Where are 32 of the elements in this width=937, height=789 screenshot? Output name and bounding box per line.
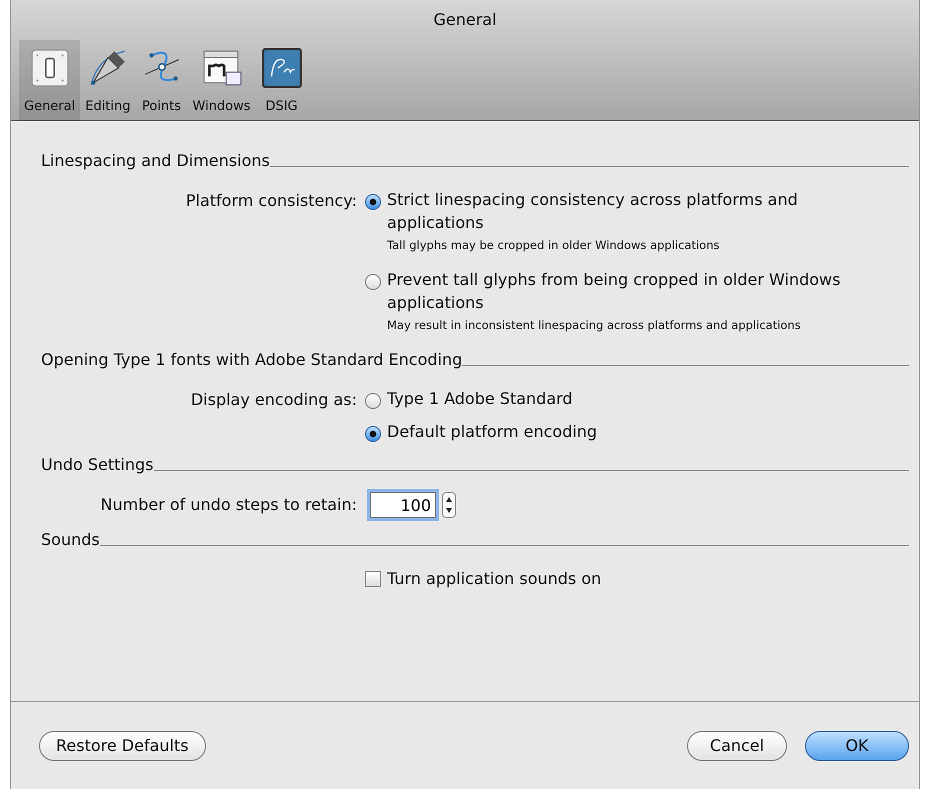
option-label: Strict linespacing consistency across platforms and applications: [387, 189, 799, 234]
dialog-button[interactable]: OK: [805, 730, 909, 760]
dialog-button[interactable]: Cancel: [687, 730, 787, 760]
section-heading: Opening Type 1 fonts with Adobe Standard Encoding: [41, 350, 462, 369]
option-label: Type 1 Adobe Standard: [387, 388, 573, 410]
checkbox[interactable]: [365, 570, 381, 586]
section-heading: Sounds: [41, 530, 100, 549]
section-heading: Undo Settings: [41, 455, 154, 474]
checkbox-label: Turn application sounds on: [387, 568, 602, 590]
toolbar-tab[interactable]: Windows: [188, 40, 256, 121]
stepper-icon[interactable]: [442, 492, 456, 518]
radio-button[interactable]: [365, 426, 381, 442]
option-note: Tall glyphs may be cropped in older Windows applications: [387, 238, 721, 252]
radio-button[interactable]: [365, 393, 381, 409]
radio-button[interactable]: [365, 274, 381, 290]
dialog-button[interactable]: Restore Defaults: [39, 730, 206, 760]
window-title: General: [432, 9, 498, 31]
signature-icon: [260, 47, 303, 89]
number-field[interactable]: 100: [370, 492, 436, 518]
toolbar-tab[interactable]: General: [19, 40, 80, 121]
section-heading: Linespacing and Dimensions: [41, 151, 270, 170]
toolbar-tab[interactable]: Editing: [80, 40, 136, 121]
field-label: Number of undo steps to retain:: [100, 495, 357, 514]
field-label: Display encoding as:: [190, 390, 357, 409]
option-label: Prevent tall glyphs from being cropped in older Windows applications: [387, 269, 842, 314]
option-label: Default platform encoding: [387, 421, 598, 443]
field-label: Platform consistency:: [186, 191, 357, 210]
switch-icon: [28, 47, 71, 89]
radio-button[interactable]: [365, 194, 381, 210]
toolbar-tab[interactable]: DSIG: [256, 40, 308, 121]
option-note: May result in inconsistent linespacing across platforms and applications: [387, 318, 802, 332]
toolbar-tab[interactable]: Points: [136, 40, 188, 121]
